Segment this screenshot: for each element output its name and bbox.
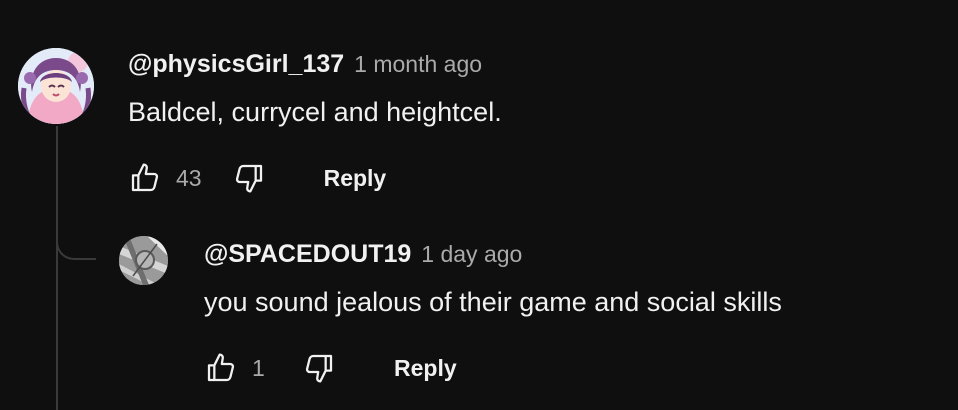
reply-comment: @SPACEDOUT19 1 day ago you sound jealous… xyxy=(204,240,782,318)
like-button[interactable] xyxy=(128,160,162,196)
comment: @physicsGirl_137 1 month ago Baldcel, cu… xyxy=(128,50,502,128)
thumbs-up-icon xyxy=(131,163,159,192)
dislike-button[interactable] xyxy=(232,160,266,196)
avatar[interactable] xyxy=(119,236,168,285)
thumbs-down-icon xyxy=(235,164,262,193)
comment-actions: 43 Reply xyxy=(128,160,386,196)
comment-actions: 1 Reply xyxy=(204,350,457,386)
comment-text: Baldcel, currycel and heightcel. xyxy=(128,97,502,127)
like-count: 1 xyxy=(252,354,265,381)
like-count: 43 xyxy=(176,164,202,191)
comment-header: @SPACEDOUT19 1 day ago xyxy=(204,240,782,269)
like-button[interactable] xyxy=(204,350,238,386)
comment-timestamp[interactable]: 1 month ago xyxy=(354,51,482,78)
grey-abstract-avatar-icon xyxy=(119,236,168,285)
reply-thread-connector xyxy=(56,226,96,260)
comment-text: you sound jealous of their game and soci… xyxy=(204,287,782,317)
anime-girl-avatar-icon xyxy=(18,48,94,124)
dislike-button[interactable] xyxy=(302,350,336,386)
thumbs-down-icon xyxy=(305,354,333,383)
reply-button[interactable]: Reply xyxy=(394,355,457,382)
avatar[interactable] xyxy=(18,48,94,124)
comment-header: @physicsGirl_137 1 month ago xyxy=(128,50,502,79)
comment-author[interactable]: @physicsGirl_137 xyxy=(128,50,344,79)
thumbs-up-icon xyxy=(207,353,235,382)
reply-thread-line xyxy=(56,126,58,410)
comment-author[interactable]: @SPACEDOUT19 xyxy=(204,240,411,269)
comments-section: @physicsGirl_137 1 month ago Baldcel, cu… xyxy=(0,0,958,410)
comment-timestamp[interactable]: 1 day ago xyxy=(421,241,522,268)
reply-button[interactable]: Reply xyxy=(324,165,387,192)
